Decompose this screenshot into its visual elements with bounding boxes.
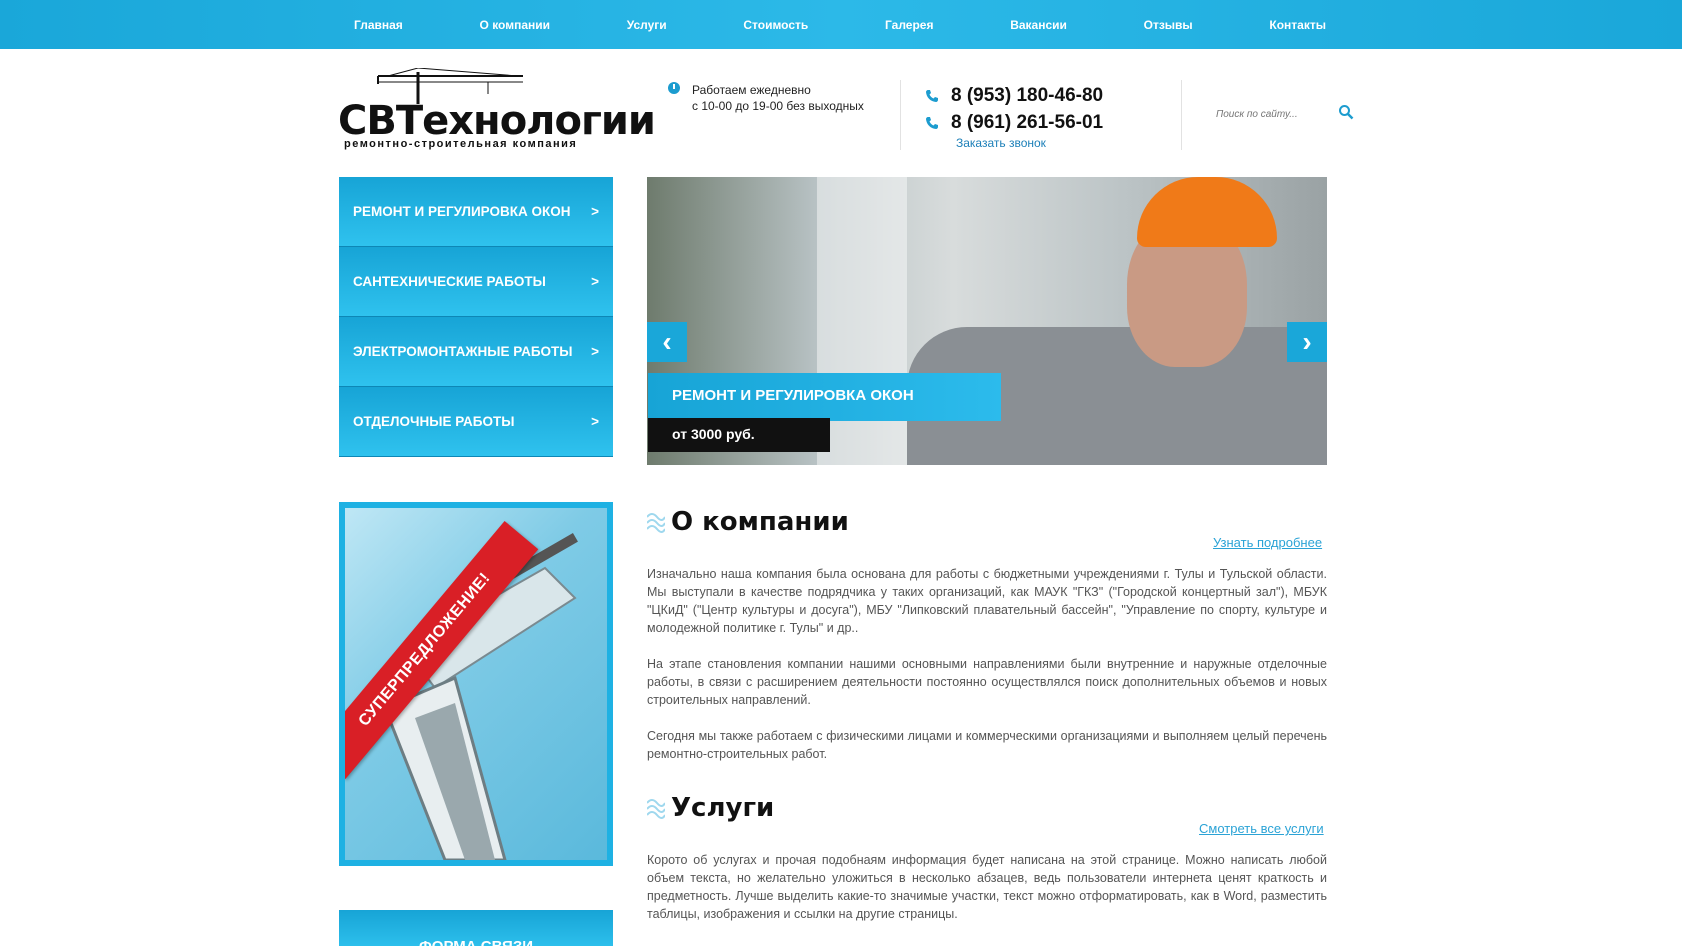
slider-next-button[interactable]: › [1287,322,1327,362]
about-paragraph-1: Изначально наша компания была основана д… [647,567,1327,635]
slide-caption-title[interactable]: РЕМОНТ И РЕГУЛИРОВКА ОКОН [648,373,1001,421]
phone-icon [925,116,939,130]
nav-item-vacancies[interactable]: Вакансии [992,18,1085,32]
hours-line-2: с 10-00 до 19-00 без выходных [692,99,864,113]
chevron-right-icon: > [591,204,599,219]
phone-block: 8 (953) 180-46-80 8 (961) 261-56-01 Зака… [925,82,1103,150]
promo-banner[interactable]: СУПЕРПРЕДЛОЖЕНИЕ! [339,502,613,866]
chevron-right-icon: > [591,344,599,359]
services-paragraph-1: Корото об услугах и прочая подобнаям инф… [647,853,1327,921]
services-title: Услуги [671,793,775,823]
logo-subtitle: ремонтно-строительная компания [344,138,578,150]
menu-item-electrical[interactable]: ЭЛЕКТРОМОНТАЖНЫЕ РАБОТЫ > [339,317,613,387]
menu-item-finishing[interactable]: ОТДЕЛОЧНЫЕ РАБОТЫ > [339,387,613,457]
callback-link[interactable]: Заказать звонок [956,136,1103,150]
about-paragraph-2: На этапе становления компании нашими осн… [647,657,1327,707]
nav-item-home[interactable]: Главная [336,18,421,32]
nav-item-contacts[interactable]: Контакты [1251,18,1344,32]
nav-item-services[interactable]: Услуги [609,18,685,32]
wave-icon [647,799,665,819]
menu-item-label: ЭЛЕКТРОМОНТАЖНЫЕ РАБОТЫ [353,344,573,359]
services-menu: РЕМОНТ И РЕГУЛИРОВКА ОКОН > САНТЕХНИЧЕСК… [339,177,613,457]
phone-icon [925,89,939,103]
slider-prev-button[interactable]: ‹ [647,322,687,362]
helmet [1137,177,1277,247]
chevron-right-icon: > [591,274,599,289]
about-paragraph-3: Сегодня мы также работаем с физическими … [647,729,1327,761]
menu-item-label: РЕМОНТ И РЕГУЛИРОВКА ОКОН [353,204,571,219]
nav-item-about[interactable]: О компании [462,18,569,32]
phone-number-2[interactable]: 8 (961) 261-56-01 [951,112,1103,134]
menu-item-label: ОТДЕЛОЧНЫЕ РАБОТЫ [353,414,515,429]
nav-item-gallery[interactable]: Галерея [867,18,951,32]
about-title: О компании [671,507,849,537]
slide-window-pane [817,177,907,465]
clock-icon [668,82,680,94]
services-more-link[interactable]: Смотреть все услуги [1199,821,1324,836]
header-divider [900,80,901,150]
working-hours: Работаем ежедневно с 10-00 до 19-00 без … [668,82,864,114]
search-icon[interactable] [1338,104,1354,120]
nav-item-reviews[interactable]: Отзывы [1126,18,1211,32]
menu-item-plumbing[interactable]: САНТЕХНИЧЕСКИЕ РАБОТЫ > [339,247,613,317]
services-heading: Услуги [647,793,774,823]
hero-slider: ‹ › РЕМОНТ И РЕГУЛИРОВКА ОКОН от 3000 ру… [647,177,1327,465]
phone-number-1[interactable]: 8 (953) 180-46-80 [951,85,1103,107]
nav-item-prices[interactable]: Стоимость [725,18,826,32]
menu-item-windows[interactable]: РЕМОНТ И РЕГУЛИРОВКА ОКОН > [339,177,613,247]
top-navigation: Главная О компании Услуги Стоимость Гале… [0,0,1682,49]
chevron-right-icon: > [591,414,599,429]
about-heading: О компании [647,507,849,537]
search-box [1216,104,1356,124]
header-divider [1181,80,1182,150]
site-logo[interactable]: СВТехнологии ремонтно-строительная компа… [338,68,656,152]
contact-form-header[interactable]: ФОРМА СВЯЗИ [339,910,613,946]
contact-form-title: ФОРМА СВЯЗИ [419,938,533,946]
about-more-link[interactable]: Узнать подробнее [1213,535,1322,550]
search-input[interactable] [1216,109,1316,120]
wave-icon [647,513,665,533]
slide-caption-price: от 3000 руб. [648,418,830,452]
menu-item-label: САНТЕХНИЧЕСКИЕ РАБОТЫ [353,274,546,289]
hours-line-1: Работаем ежедневно [692,83,811,97]
